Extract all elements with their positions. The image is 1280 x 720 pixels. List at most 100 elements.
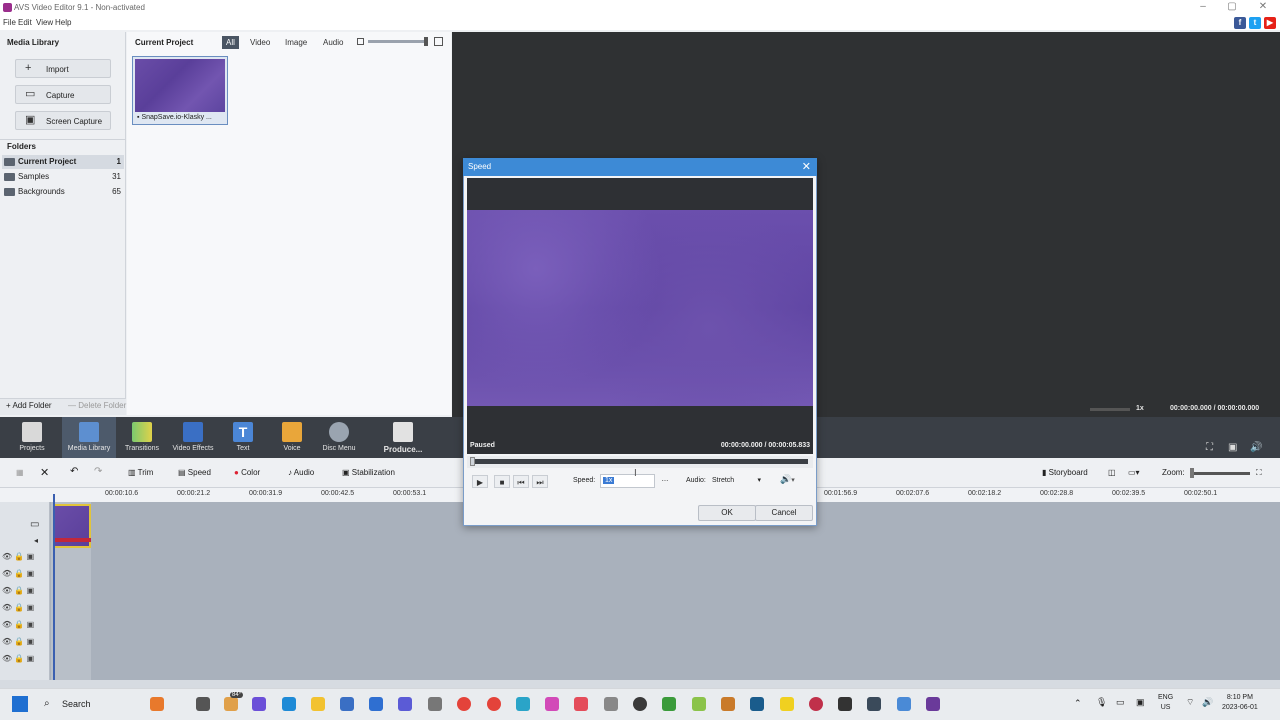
language-indicator[interactable]: ENG US bbox=[1158, 693, 1173, 713]
delete-folder-button[interactable]: — Delete Folder bbox=[68, 401, 126, 410]
wifi-icon[interactable]: ⌔ bbox=[1186, 697, 1194, 708]
media-clip-thumbnail[interactable]: ▪ SnapSave.io-Klasky ... bbox=[132, 56, 228, 125]
voice-tool[interactable]: Voice bbox=[273, 417, 311, 458]
seek-knob[interactable] bbox=[470, 457, 475, 466]
track-row-controls[interactable]: 👁 🔒 ▣ bbox=[2, 654, 48, 670]
add-folder-button[interactable]: + Add Folder bbox=[6, 401, 52, 410]
app-icon[interactable] bbox=[662, 697, 676, 711]
folder-current-project[interactable]: Current Project 1 bbox=[2, 155, 124, 169]
filter-video-tab[interactable]: Video bbox=[246, 36, 274, 49]
app-icon[interactable] bbox=[750, 697, 764, 711]
fullscreen-icon[interactable]: ⛶ bbox=[1206, 442, 1213, 453]
youtube-icon[interactable]: ▶ bbox=[1264, 17, 1276, 29]
track-row-controls[interactable]: 👁 🔒 ▣ bbox=[2, 569, 48, 585]
app-icon[interactable] bbox=[574, 697, 588, 711]
task-view-icon[interactable] bbox=[196, 697, 210, 711]
timeline-scrollbar[interactable] bbox=[0, 680, 1280, 688]
widgets-icon[interactable] bbox=[150, 697, 164, 711]
track-row-controls[interactable]: 👁 🔒 ▣ bbox=[2, 552, 48, 568]
filter-audio-tab[interactable]: Audio bbox=[319, 36, 347, 49]
notepad-icon[interactable] bbox=[897, 697, 911, 711]
zoom-slider-knob[interactable] bbox=[1190, 468, 1194, 478]
close-button[interactable]: ✕ bbox=[1250, 1, 1276, 15]
speed-button[interactable]: ▤ Speed bbox=[178, 468, 211, 477]
app-icon[interactable] bbox=[545, 697, 559, 711]
windows-start-icon[interactable] bbox=[12, 696, 28, 712]
previous-frame-button[interactable]: ⏮ bbox=[513, 475, 529, 488]
video-effects-tool[interactable]: Video Effects bbox=[168, 417, 218, 458]
edge-icon[interactable] bbox=[282, 697, 296, 711]
volume-tray-icon[interactable]: 🔊 bbox=[1202, 697, 1213, 708]
mail-icon[interactable] bbox=[369, 697, 383, 711]
app-icon[interactable] bbox=[428, 697, 442, 711]
file-explorer-icon[interactable] bbox=[311, 697, 325, 711]
delete-icon[interactable]: ✕ bbox=[40, 466, 49, 479]
small-thumb-icon[interactable] bbox=[357, 38, 364, 45]
play-button[interactable]: ▶ bbox=[472, 475, 488, 488]
preview-speed-slider[interactable] bbox=[1090, 408, 1130, 411]
audio-mode-select[interactable]: Stretch ▾ bbox=[709, 474, 763, 488]
menu-file[interactable]: File bbox=[3, 18, 16, 27]
speed-input[interactable]: 1x bbox=[600, 474, 655, 488]
app-icon[interactable] bbox=[692, 697, 706, 711]
undo-icon[interactable]: ↶ bbox=[70, 466, 78, 477]
facebook-icon[interactable]: f bbox=[1234, 17, 1246, 29]
disc-menu-tool[interactable]: Disc Menu bbox=[318, 417, 360, 458]
tray-chevron-icon[interactable]: ⌃ bbox=[1074, 698, 1082, 709]
filter-image-tab[interactable]: Image bbox=[281, 36, 311, 49]
capture-button[interactable]: ▭ Capture bbox=[15, 85, 111, 104]
taskbar-search[interactable]: ⌕ Search bbox=[38, 695, 148, 713]
snapshot-icon[interactable]: ▣ bbox=[1228, 442, 1237, 453]
speed-more-button[interactable]: ... bbox=[657, 474, 673, 488]
audio-mixer-icon[interactable]: ◫ bbox=[1108, 468, 1116, 477]
chrome-icon[interactable] bbox=[487, 697, 501, 711]
playhead[interactable] bbox=[53, 494, 55, 680]
thumb-size-slider[interactable] bbox=[368, 40, 428, 43]
thumb-size-slider-knob[interactable] bbox=[424, 37, 428, 46]
track-row-controls[interactable]: 👁 🔒 ▣ bbox=[2, 637, 48, 653]
app-icon[interactable] bbox=[780, 697, 794, 711]
text-tool[interactable]: T Text bbox=[224, 417, 262, 458]
obs-icon[interactable] bbox=[633, 697, 647, 711]
next-frame-button[interactable]: ⏭ bbox=[532, 475, 548, 488]
app-icon[interactable] bbox=[398, 697, 412, 711]
aspect-icon[interactable]: ▭▾ bbox=[1128, 468, 1140, 477]
storyboard-button[interactable]: ▮ Storyboard bbox=[1042, 468, 1088, 477]
menu-help[interactable]: Help bbox=[55, 18, 71, 27]
microphone-tray-icon[interactable]: 🎙 bbox=[1096, 697, 1107, 708]
dialog-volume-button[interactable]: 🔊▾ bbox=[780, 474, 806, 488]
zoom-slider[interactable] bbox=[1190, 472, 1250, 475]
stabilization-button[interactable]: ▣ Stabilization bbox=[342, 468, 395, 477]
store-icon[interactable] bbox=[340, 697, 354, 711]
track-row-controls[interactable]: 👁 🔒 ▣ bbox=[2, 603, 48, 619]
import-button[interactable]: + Import bbox=[15, 59, 111, 78]
track-row-controls[interactable]: 👁 🔒 ▣ bbox=[2, 620, 48, 636]
app-icon[interactable] bbox=[809, 697, 823, 711]
dialog-seek-bar[interactable] bbox=[467, 456, 813, 468]
avs-editor-icon[interactable] bbox=[926, 697, 940, 711]
app-icon[interactable] bbox=[516, 697, 530, 711]
screen-capture-button[interactable]: ▣ Screen Capture bbox=[15, 111, 111, 130]
folder-samples[interactable]: Samples 31 bbox=[2, 170, 124, 184]
folder-backgrounds[interactable]: Backgrounds 65 bbox=[2, 185, 124, 199]
teams-icon[interactable] bbox=[252, 697, 266, 711]
track-row-controls[interactable]: 👁 🔒 ▣ bbox=[2, 586, 48, 602]
dialog-close-icon[interactable]: ✕ bbox=[802, 160, 811, 173]
transitions-tool[interactable]: Transitions bbox=[120, 417, 164, 458]
produce-tool[interactable]: Produce... bbox=[378, 417, 428, 458]
chrome-icon[interactable] bbox=[457, 697, 471, 711]
steam-icon[interactable] bbox=[867, 697, 881, 711]
filter-all-tab[interactable]: All bbox=[222, 36, 239, 49]
fit-timeline-icon[interactable]: ⛶ bbox=[1256, 468, 1262, 478]
cancel-button[interactable]: Cancel bbox=[755, 505, 813, 521]
app-icon[interactable] bbox=[721, 697, 735, 711]
battery-icon[interactable]: ▭ bbox=[1116, 697, 1125, 708]
audio-button[interactable]: ♪ Audio bbox=[288, 468, 314, 477]
menu-view[interactable]: View bbox=[36, 18, 53, 27]
menu-edit[interactable]: Edit bbox=[18, 18, 32, 27]
weather-icon[interactable] bbox=[224, 697, 238, 711]
trim-button[interactable]: ▥ Trim bbox=[128, 468, 153, 477]
maximize-button[interactable]: ▢ bbox=[1219, 1, 1245, 15]
minimize-button[interactable]: – bbox=[1190, 1, 1216, 15]
volume-icon[interactable]: 🔊 bbox=[1250, 442, 1262, 453]
